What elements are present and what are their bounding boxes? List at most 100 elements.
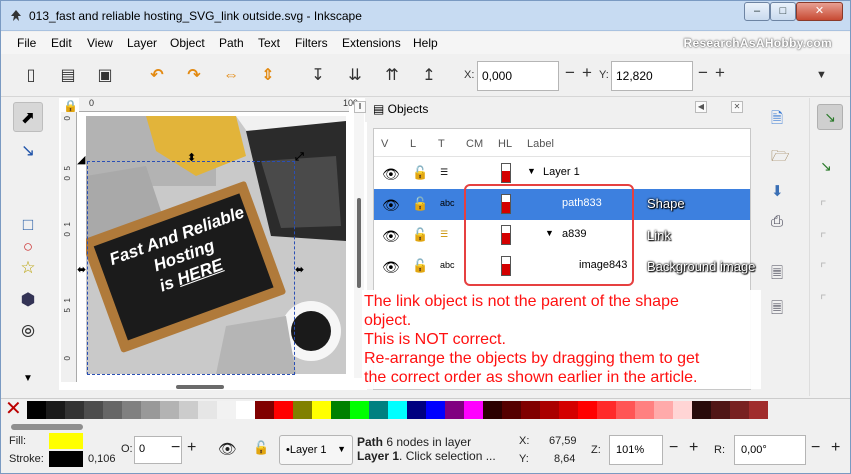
scroll-thumb[interactable]	[357, 198, 361, 288]
rotation-increment[interactable]: +	[831, 439, 840, 457]
palette-swatch[interactable]	[369, 401, 388, 419]
x-decrement-button[interactable]: −	[565, 63, 575, 83]
selection-handle[interactable]: ⬌	[295, 263, 304, 276]
snap-toggle-icon[interactable]: ↘	[817, 104, 843, 130]
toggle-visibility-icon[interactable]: 👁	[218, 440, 237, 458]
menu-layer[interactable]: Layer	[127, 36, 157, 50]
col-visible[interactable]: V	[381, 138, 388, 150]
flip-horizontal-icon[interactable]: ⇔	[221, 66, 241, 86]
palette-swatch[interactable]	[540, 401, 559, 419]
no-paint-icon[interactable]: ✕	[5, 399, 22, 419]
palette-swatch[interactable]	[521, 401, 540, 419]
lower-to-bottom-icon[interactable]: ↧	[308, 66, 328, 86]
raise-icon[interactable]: ⇈	[382, 66, 402, 86]
opacity-increment[interactable]: +	[187, 439, 196, 457]
palette-swatch[interactable]	[654, 401, 673, 419]
col-label[interactable]: Label	[527, 138, 554, 150]
palette-swatch[interactable]	[407, 401, 426, 419]
palette-swatch[interactable]	[426, 401, 445, 419]
y-field[interactable]: 12,820	[611, 61, 693, 91]
palette-swatch[interactable]	[597, 401, 616, 419]
palette-swatch[interactable]	[483, 401, 502, 419]
document-icon[interactable]: ▯	[21, 66, 41, 86]
panel-pin-icon[interactable]: ‖	[354, 101, 366, 113]
save-icon[interactable]: ⬇	[771, 182, 784, 200]
palette-swatch[interactable]	[84, 401, 103, 419]
palette-swatch[interactable]	[673, 401, 692, 419]
selection-handle[interactable]: ⬍	[187, 151, 196, 164]
visible-eye-icon[interactable]: 👁	[382, 259, 400, 276]
palette-swatch[interactable]	[141, 401, 160, 419]
spiral-tool-icon[interactable]: ⦾	[13, 317, 43, 347]
lower-icon[interactable]: ⇊	[345, 66, 365, 86]
palette-swatch[interactable]	[103, 401, 122, 419]
zoom-decrement[interactable]: −	[669, 439, 678, 457]
menu-filters[interactable]: Filters	[295, 36, 328, 50]
palette-swatch[interactable]	[711, 401, 730, 419]
3d-box-tool-icon[interactable]: ⬢	[13, 285, 43, 315]
select-in-all-layers-icon[interactable]: ▣	[95, 66, 115, 86]
menu-path[interactable]: Path	[219, 36, 244, 50]
menu-extensions[interactable]: Extensions	[342, 36, 401, 50]
flip-vertical-icon[interactable]: ⇕	[258, 66, 278, 86]
stroke-indicator[interactable]	[49, 451, 83, 467]
selection-handle[interactable]: ⬌	[77, 263, 86, 276]
minimize-button[interactable]: –	[744, 2, 770, 21]
unlocked-icon[interactable]: 🔓	[412, 258, 428, 274]
select-all-icon[interactable]: ▤	[58, 66, 78, 86]
expander-icon[interactable]: ▼	[527, 166, 536, 176]
panel-close-icon[interactable]: ✕	[731, 101, 743, 113]
palette-swatch[interactable]	[236, 401, 255, 419]
visible-eye-icon[interactable]: 👁	[382, 197, 400, 214]
snap-midpoint-icon[interactable]: ⌜	[820, 260, 827, 277]
y-increment-button[interactable]: +	[715, 63, 725, 83]
palette-swatch[interactable]	[730, 401, 749, 419]
tools-more-icon[interactable]: ▼	[13, 364, 43, 394]
palette-swatch[interactable]	[331, 401, 350, 419]
menu-edit[interactable]: Edit	[51, 36, 72, 50]
palette-swatch[interactable]	[160, 401, 179, 419]
palette-swatch[interactable]	[198, 401, 217, 419]
palette-swatch[interactable]	[274, 401, 293, 419]
panel-iconify-icon[interactable]: ◀	[695, 101, 707, 113]
palette-swatch[interactable]	[445, 401, 464, 419]
palette-swatch[interactable]	[502, 401, 521, 419]
guide-lock-icon[interactable]: 🔒	[63, 99, 78, 113]
col-type[interactable]: T	[438, 138, 445, 150]
snap-corner-icon[interactable]: ⌜	[820, 230, 827, 247]
open-folder-icon[interactable]: 🗁	[771, 146, 790, 171]
palette-swatch[interactable]	[27, 401, 46, 419]
stroke-width[interactable]: 0,106	[88, 453, 116, 465]
unlocked-icon[interactable]: 🔓	[412, 227, 428, 243]
palette-swatch[interactable]	[350, 401, 369, 419]
palette-swatch[interactable]	[65, 401, 84, 419]
menu-view[interactable]: View	[87, 36, 113, 50]
palette-scrollbar[interactable]	[11, 424, 83, 430]
snap-bbox-icon[interactable]: ↘	[820, 158, 832, 175]
fill-indicator[interactable]	[49, 433, 83, 449]
opacity-decrement[interactable]: −	[171, 439, 180, 457]
tree-row-label[interactable]: Layer 1	[543, 166, 580, 178]
maximize-button[interactable]: □	[770, 2, 796, 21]
selection-handle[interactable]: ⤢	[295, 151, 304, 164]
node-tool-icon[interactable]: ↘	[13, 136, 43, 166]
palette-swatch[interactable]	[217, 401, 236, 419]
snap-center-icon[interactable]: ⌜	[820, 292, 827, 309]
unlocked-icon[interactable]: 🔓	[412, 165, 428, 181]
close-button[interactable]: ✕	[796, 2, 843, 21]
menu-help[interactable]: Help	[413, 36, 438, 50]
toolbar-overflow-button[interactable]: ▼	[816, 69, 827, 81]
palette-swatch[interactable]	[635, 401, 654, 419]
menu-file[interactable]: File	[17, 36, 36, 50]
col-clipmask[interactable]: CM	[466, 138, 483, 150]
rotation-field[interactable]: 0,00°	[734, 435, 806, 465]
canvas-horizontal-scrollbar[interactable]	[176, 385, 224, 389]
menu-object[interactable]: Object	[170, 36, 205, 50]
raise-to-top-icon[interactable]: ↥	[419, 66, 439, 86]
zoom-increment[interactable]: +	[689, 439, 698, 457]
palette-swatch[interactable]	[616, 401, 635, 419]
new-document-icon[interactable]: 🗎	[771, 108, 783, 133]
snap-edge-icon[interactable]: ⌜	[820, 198, 827, 215]
x-field[interactable]: 0,000	[477, 61, 559, 91]
import-icon[interactable]: 🗏	[771, 263, 783, 288]
